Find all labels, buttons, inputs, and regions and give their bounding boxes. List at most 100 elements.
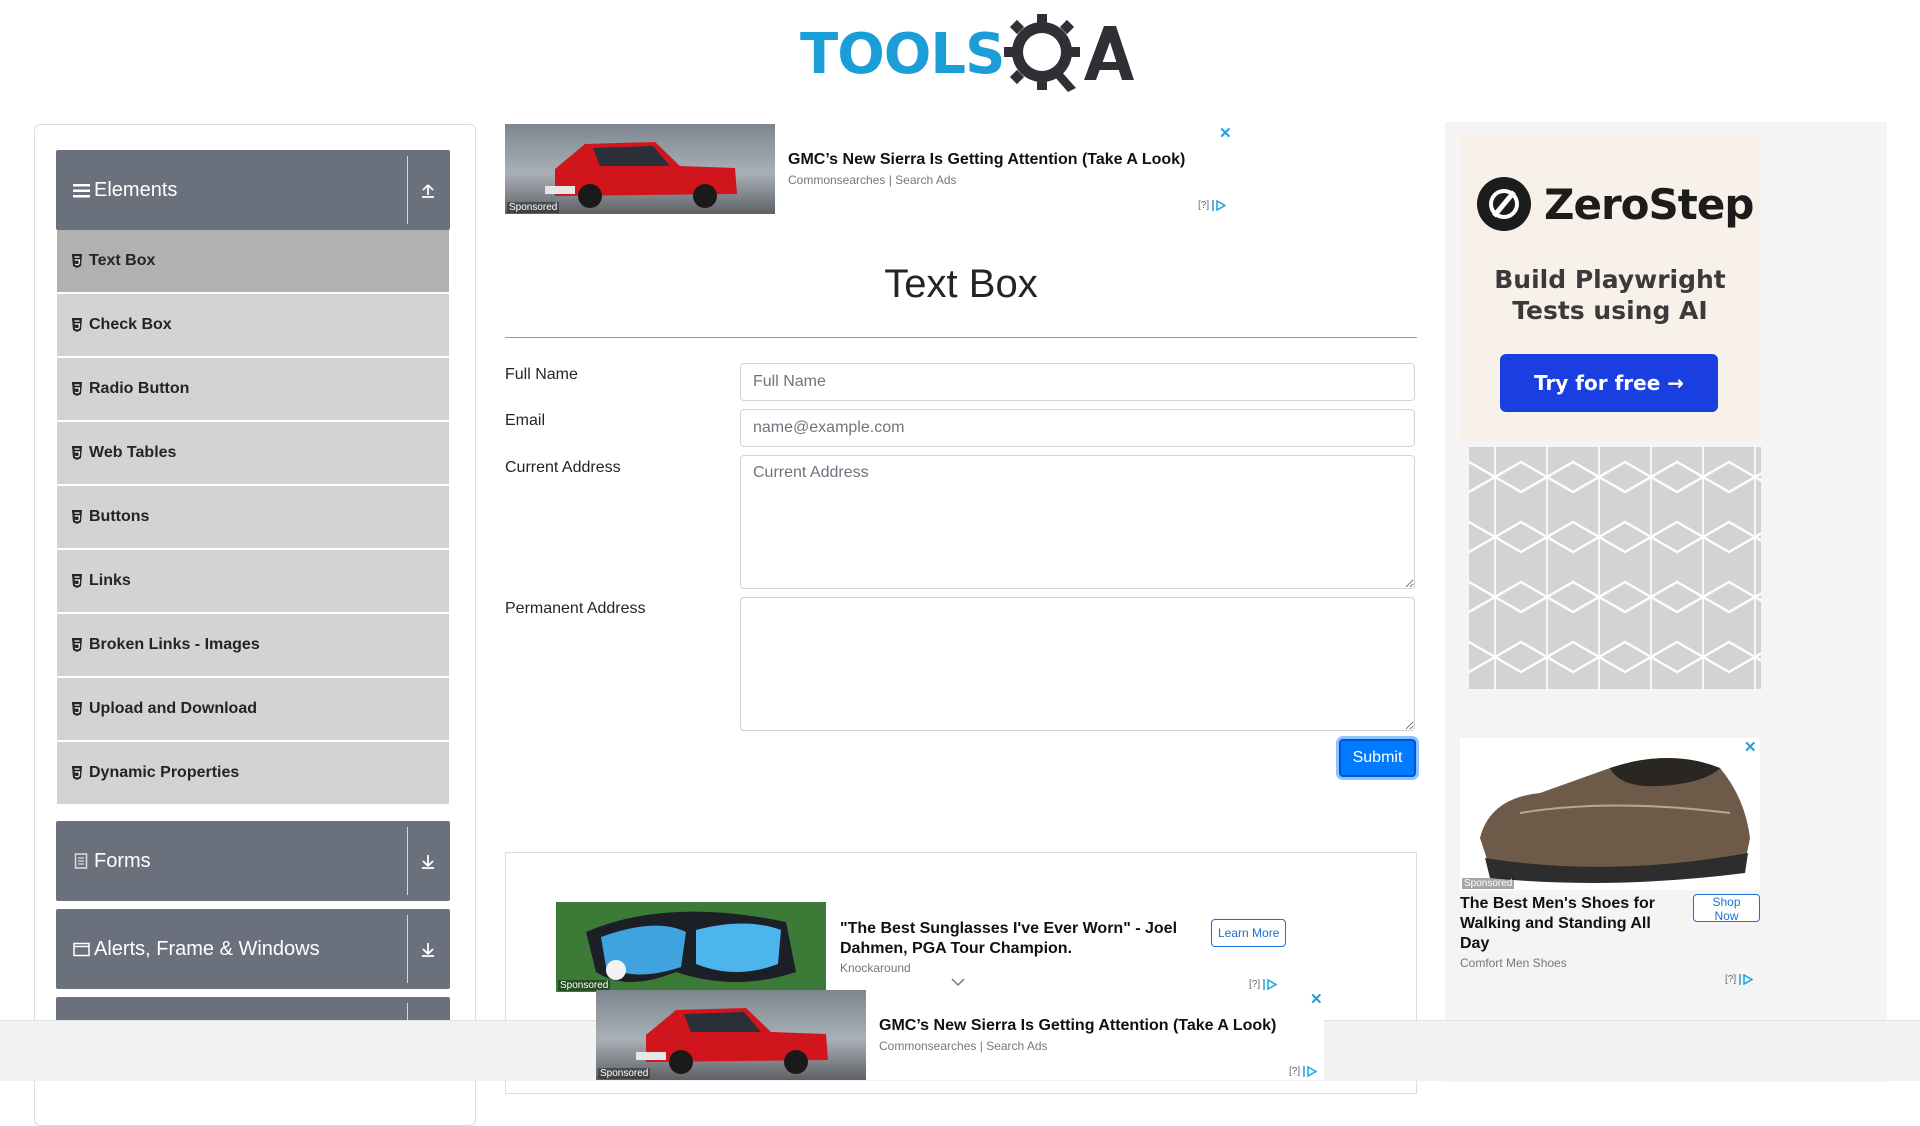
ad-zerostep[interactable]: ZeroStep Build Playwright Tests using AI…: [1460, 136, 1760, 441]
learn-more-button[interactable]: Learn More: [1211, 919, 1287, 947]
sidebar-item-check-box[interactable]: Check Box: [57, 294, 449, 356]
html5-icon: [72, 638, 82, 652]
group-header-alerts[interactable]: Alerts, Frame & Windows: [56, 909, 450, 989]
ad-info[interactable]: [?]: [1725, 974, 1754, 985]
ad-info[interactable]: [?]: [1198, 200, 1227, 211]
current-address-textarea[interactable]: [740, 455, 1415, 589]
current-address-label: Current Address: [505, 459, 621, 476]
email-input[interactable]: [740, 409, 1415, 447]
collapse-up-icon[interactable]: [414, 150, 442, 230]
sidebar-item-broken-links[interactable]: Broken Links - Images: [57, 614, 449, 676]
title-divider: [505, 337, 1417, 338]
adchoices-icon: [1263, 979, 1278, 990]
shoe-image[interactable]: Sponsored: [1460, 738, 1760, 890]
ad-banner-top[interactable]: Sponsored GMC’s New Sierra Is Getting At…: [505, 124, 1233, 216]
sidebar-item-dynamic-properties[interactable]: Dynamic Properties: [57, 742, 449, 804]
hamburger-icon: [72, 182, 90, 198]
ad-info[interactable]: [?]: [1289, 1066, 1318, 1077]
ad-source[interactable]: Knockaround: [840, 961, 911, 975]
ad-headline[interactable]: The Best Men's Shoes for Walking and Sta…: [1460, 894, 1675, 954]
sidebar-item-label: Broken Links - Images: [89, 636, 260, 653]
ad-headline[interactable]: GMC’s New Sierra Is Getting Attention (T…: [788, 151, 1185, 169]
zerostep-tagline-line-1: Build Playwright: [1494, 265, 1726, 294]
ad-info[interactable]: [?]: [1249, 979, 1278, 990]
ad-shoes[interactable]: Sponsored ✕ The Best Men's Shoes for Wal…: [1460, 738, 1760, 988]
ad-source[interactable]: Commonsearches | Search Ads: [879, 1039, 1048, 1053]
ad-sticky-bottom[interactable]: Sponsored GMC’s New Sierra Is Getting At…: [596, 990, 1324, 1080]
sidebar-item-buttons[interactable]: Buttons: [57, 486, 449, 548]
sidebar-item-upload-download[interactable]: Upload and Download: [57, 678, 449, 740]
expand-down-icon[interactable]: [414, 821, 442, 901]
sidebar-item-links[interactable]: Links: [57, 550, 449, 612]
left-sidebar: Elements Text Box Check Box Radio Button…: [34, 124, 476, 1126]
sidebar-item-label: Text Box: [89, 252, 156, 269]
html5-icon: [72, 446, 82, 460]
sidebar-item-web-tables[interactable]: Web Tables: [57, 422, 449, 484]
html5-icon: [72, 702, 82, 716]
ad-info-label: [?]: [1249, 979, 1261, 990]
zerostep-logo: ZeroStep: [1476, 176, 1754, 232]
sidebar-item-label: Dynamic Properties: [89, 764, 240, 781]
shop-now-button[interactable]: Shop Now: [1693, 894, 1760, 923]
cube-pattern-image: [1469, 447, 1761, 689]
permanent-address-textarea[interactable]: [740, 597, 1415, 731]
html5-icon: [72, 254, 82, 268]
adchoices-icon: [1212, 200, 1227, 211]
sidebar-item-text-box[interactable]: Text Box: [57, 230, 449, 292]
shoe-product-image: [1480, 758, 1750, 883]
document-icon: [72, 853, 90, 869]
chevron-down-icon[interactable]: [950, 977, 966, 987]
html5-icon: [72, 574, 82, 588]
sidebar-item-label: Check Box: [89, 316, 172, 333]
submit-button[interactable]: Submit: [1339, 739, 1416, 777]
group-divider: [407, 915, 408, 983]
sidebar-item-label: Web Tables: [89, 444, 177, 461]
full-name-input[interactable]: [740, 363, 1415, 401]
red-truck-image: [636, 1008, 828, 1074]
logo-tools-text: TOOLS: [800, 21, 1005, 87]
full-name-label: Full Name: [505, 366, 578, 383]
group-label-elements: Elements: [94, 178, 178, 201]
close-icon[interactable]: ✕: [1310, 990, 1323, 1008]
ad-headline[interactable]: GMC’s New Sierra Is Getting Attention (T…: [879, 1017, 1276, 1035]
group-label-alerts: Alerts, Frame & Windows: [94, 937, 320, 960]
expand-down-icon[interactable]: [414, 909, 442, 989]
sidebar-item-label: Buttons: [89, 508, 150, 525]
ad-source[interactable]: Commonsearches | Search Ads: [788, 173, 957, 187]
sidebar-item-label: Radio Button: [89, 380, 190, 397]
sponsored-label: Sponsored: [507, 202, 560, 213]
sponsored-label: Sponsored: [1462, 878, 1515, 889]
html5-icon: [72, 318, 82, 332]
email-label: Email: [505, 412, 546, 429]
adchoices-icon: [1303, 1066, 1318, 1077]
toolsqa-logo[interactable]: TOOLS: [800, 14, 1135, 94]
ad-source[interactable]: Comfort Men Shoes: [1460, 956, 1567, 970]
zerostep-logo-icon: [1477, 177, 1531, 231]
zerostep-tagline-line-2: Tests using AI: [1512, 296, 1708, 325]
close-icon[interactable]: ✕: [1219, 124, 1232, 142]
gear-magnifier-icon: [1004, 14, 1135, 92]
sidebar-item-radio-button[interactable]: Radio Button: [57, 358, 449, 420]
ad-info-label: [?]: [1725, 974, 1737, 985]
group-header-forms[interactable]: Forms: [56, 821, 450, 901]
ad-truck-image[interactable]: Sponsored: [596, 990, 866, 1080]
close-icon[interactable]: ✕: [1744, 738, 1757, 756]
ad-info-label: [?]: [1198, 200, 1210, 211]
page-title: Text Box: [884, 262, 1038, 306]
ad-sunglasses-image[interactable]: Sponsored: [556, 902, 826, 992]
window-icon: [72, 941, 90, 957]
sidebar-item-label: Links: [89, 572, 131, 589]
group-divider: [407, 827, 408, 895]
zerostep-brand: ZeroStep: [1544, 179, 1754, 229]
ad-headline[interactable]: "The Best Sunglasses I've Ever Worn" - J…: [840, 919, 1185, 959]
group-header-elements[interactable]: Elements: [56, 150, 450, 230]
ad-truck-image[interactable]: Sponsored: [505, 124, 775, 214]
red-truck-image: [545, 142, 737, 208]
zerostep-tagline: Build Playwright Tests using AI: [1460, 264, 1760, 326]
html5-icon: [72, 382, 82, 396]
sidebar-item-label: Upload and Download: [89, 700, 257, 717]
group-divider: [407, 156, 408, 224]
try-for-free-button[interactable]: Try for free →: [1500, 354, 1718, 412]
adchoices-icon: [1739, 974, 1754, 985]
permanent-address-label: Permanent Address: [505, 600, 646, 617]
